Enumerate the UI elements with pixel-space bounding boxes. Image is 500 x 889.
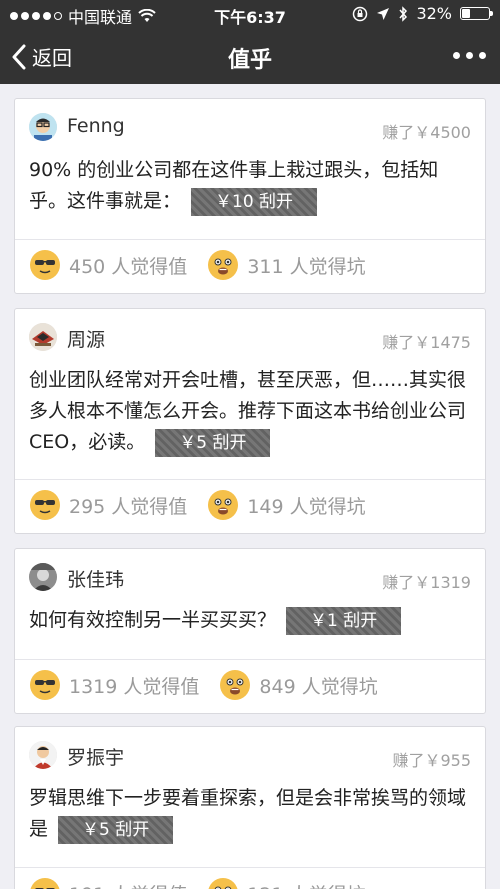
avatar[interactable]	[29, 563, 57, 591]
avatar[interactable]	[29, 323, 57, 351]
divider	[15, 479, 485, 480]
pit-button[interactable]: 311 人觉得坑	[207, 249, 366, 281]
rotation-lock-icon	[353, 6, 368, 21]
answer-content: 90% 的创业公司都在这件事上栽过跟头，包括知乎。这件事就是： ￥10 刮开	[29, 155, 473, 217]
worth-count: 295 人觉得值	[69, 495, 188, 518]
scratch-button[interactable]: ￥5 刮开	[155, 428, 271, 457]
worth-button[interactable]: 191 人觉得值	[29, 877, 187, 889]
divider	[15, 867, 485, 868]
more-dot-icon	[466, 52, 473, 59]
cool-face-icon	[30, 670, 60, 700]
card-header: Fenng 赚了￥4500	[15, 99, 485, 143]
card-header: 张佳玮 赚了￥1319	[15, 549, 485, 593]
pit-count: 311 人觉得坑	[247, 255, 366, 278]
scratch-button[interactable]: ￥10 刮开	[191, 187, 318, 216]
cool-face-icon	[30, 250, 60, 280]
avatar[interactable]	[29, 113, 57, 141]
answer-card[interactable]: 罗振宇 赚了￥955 罗辑思维下一步要着重探索，但是会非常挨骂的领域是 ￥5 刮开…	[14, 726, 486, 889]
divider	[15, 659, 485, 660]
shocked-face-icon	[208, 250, 239, 280]
more-dot-icon	[453, 52, 460, 59]
pit-button[interactable]: 121 人觉得坑	[207, 877, 366, 889]
divider	[15, 239, 485, 240]
status-right: 32%	[352, 4, 493, 23]
reactions: 295 人觉得值 149 人觉得坑	[29, 487, 386, 523]
pit-count: 121 人觉得坑	[247, 880, 365, 889]
author-name[interactable]: 周源	[67, 325, 105, 352]
reactions: 1319 人觉得值 849 人觉得坑	[29, 667, 398, 703]
answer-card[interactable]: 周源 赚了￥1475 创业团队经常对开会吐槽，甚至厌恶，但……其实很多人根本不懂…	[14, 308, 486, 534]
author-name[interactable]: 张佳玮	[67, 565, 124, 592]
nav-bar: 返回 值乎	[0, 30, 500, 84]
worth-button[interactable]: 295 人觉得值	[29, 489, 187, 521]
worth-button[interactable]: 450 人觉得值	[29, 249, 187, 281]
answer-text: 如何有效控制另一半买买买？	[29, 609, 277, 631]
scratch-button[interactable]: ￥5 刮开	[58, 815, 174, 844]
worth-button[interactable]: 1319 人觉得值	[29, 669, 199, 701]
earned-amount: 赚了￥1475	[382, 333, 471, 352]
reactions: 191 人觉得值 121 人觉得坑	[29, 875, 386, 889]
answer-content: 罗辑思维下一步要着重探索，但是会非常挨骂的领域是 ￥5 刮开	[29, 783, 473, 845]
cool-face-icon	[30, 490, 60, 520]
more-button[interactable]	[453, 52, 486, 59]
more-dot-icon	[479, 52, 486, 59]
answer-card[interactable]: Fenng 赚了￥4500 90% 的创业公司都在这件事上栽过跟头，包括知乎。这…	[14, 98, 486, 294]
bluetooth-icon	[399, 5, 408, 22]
scratch-button[interactable]: ￥1 刮开	[286, 606, 402, 635]
earned-amount: 赚了￥1319	[382, 573, 471, 592]
card-header: 罗振宇 赚了￥955	[15, 727, 485, 771]
worth-count: 1319 人觉得值	[69, 675, 200, 698]
answer-content: 如何有效控制另一半买买买？ ￥1 刮开	[29, 605, 473, 636]
shocked-face-icon	[208, 878, 238, 889]
reactions: 450 人觉得值 311 人觉得坑	[29, 247, 386, 283]
battery-percent: 32%	[416, 4, 452, 23]
author-name[interactable]: 罗振宇	[67, 743, 124, 770]
location-icon	[377, 7, 390, 20]
card-header: 周源 赚了￥1475	[15, 309, 485, 353]
shocked-face-icon	[208, 490, 239, 520]
avatar[interactable]	[29, 741, 57, 769]
pit-button[interactable]: 849 人觉得坑	[219, 669, 378, 701]
status-bar: 中国联通 下午6:37 32%	[0, 0, 500, 30]
cool-face-icon	[30, 878, 60, 889]
pit-button[interactable]: 149 人觉得坑	[207, 489, 366, 521]
shocked-face-icon	[220, 670, 251, 700]
pit-count: 149 人觉得坑	[247, 495, 366, 518]
author-name[interactable]: Fenng	[67, 115, 125, 137]
answer-content: 创业团队经常对开会吐槽，甚至厌恶，但……其实很多人根本不懂怎么开会。推荐下面这本…	[29, 365, 473, 458]
earned-amount: 赚了￥4500	[382, 123, 471, 142]
earned-amount: 赚了￥955	[392, 751, 471, 770]
worth-count: 450 人觉得值	[69, 255, 188, 278]
page-title: 值乎	[227, 48, 272, 73]
worth-count: 191 人觉得值	[69, 880, 187, 889]
pit-count: 849 人觉得坑	[259, 675, 378, 698]
answer-card[interactable]: 张佳玮 赚了￥1319 如何有效控制另一半买买买？ ￥1 刮开 1319 人觉得值	[14, 548, 486, 714]
battery-icon	[460, 7, 493, 20]
